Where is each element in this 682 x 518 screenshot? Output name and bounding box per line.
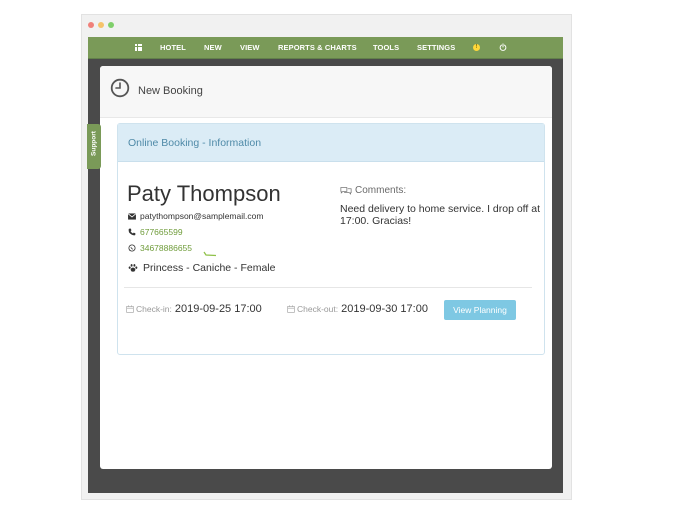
comments-icon <box>340 187 352 195</box>
calendar-icon <box>287 305 295 313</box>
paw-icon <box>128 264 138 272</box>
email-row: patythompson@samplemail.com <box>127 211 263 221</box>
top-navbar: HOTEL NEW VIEW REPORTS & CHARTS TOOLS SE… <box>88 37 563 59</box>
whatsapp-icon <box>128 244 136 252</box>
checkin-block: Check-in: 2019-09-25 17:00 <box>126 303 262 315</box>
guest-whatsapp[interactable]: 34678886655 <box>140 243 192 253</box>
envelope-icon <box>127 212 137 220</box>
phone-icon <box>128 228 136 236</box>
pet-row: Princess - Caniche - Female <box>127 262 275 274</box>
comments-text: Need delivery to home service. I drop of… <box>340 203 540 227</box>
clock-icon <box>110 78 130 98</box>
nav-reports-charts[interactable]: REPORTS & CHARTS <box>278 37 357 58</box>
checkout-label: Check-out: <box>297 304 339 314</box>
nav-hotel[interactable]: HOTEL <box>160 37 186 58</box>
phone-row: 677665599 <box>127 227 183 237</box>
support-label: Support <box>90 131 98 156</box>
nav-settings[interactable]: SETTINGS <box>417 37 455 58</box>
power-icon[interactable] <box>499 43 507 51</box>
page-header: New Booking <box>100 66 552 118</box>
grid-icon[interactable] <box>135 44 142 51</box>
checkin-value: 2019-09-25 17:00 <box>174 303 262 315</box>
whatsapp-row: 34678886655 <box>127 243 192 253</box>
checkout-block: Check-out: 2019-09-30 17:00 <box>287 303 428 315</box>
calendar-icon <box>126 305 134 313</box>
pet-info: Princess - Caniche - Female <box>143 262 276 274</box>
close-dot[interactable] <box>88 22 94 28</box>
page-title: New Booking <box>138 85 203 97</box>
comments-label-row: Comments: <box>340 185 406 196</box>
whatsapp-underline <box>203 251 217 257</box>
support-tab[interactable]: Support <box>87 124 101 169</box>
booking-info-panel: Online Booking - Information <box>117 123 545 355</box>
guest-phone[interactable]: 677665599 <box>140 227 183 237</box>
panel-heading: Online Booking - Information <box>118 124 544 162</box>
comments-label: Comments: <box>355 185 407 196</box>
panel-title: Online Booking - Information <box>128 137 262 149</box>
divider <box>124 287 532 288</box>
window-controls <box>88 22 114 28</box>
guest-name: Paty Thompson <box>127 181 281 206</box>
checkin-label: Check-in: <box>136 304 172 314</box>
nav-view[interactable]: VIEW <box>240 37 260 58</box>
view-planning-button[interactable]: View Planning <box>444 300 516 320</box>
minimize-dot[interactable] <box>98 22 104 28</box>
maximize-dot[interactable] <box>108 22 114 28</box>
checkout-value: 2019-09-30 17:00 <box>341 303 428 315</box>
alert-icon[interactable]: ! <box>473 44 480 51</box>
nav-tools[interactable]: TOOLS <box>373 37 399 58</box>
nav-new[interactable]: NEW <box>204 37 222 58</box>
guest-email[interactable]: patythompson@samplemail.com <box>140 211 263 221</box>
